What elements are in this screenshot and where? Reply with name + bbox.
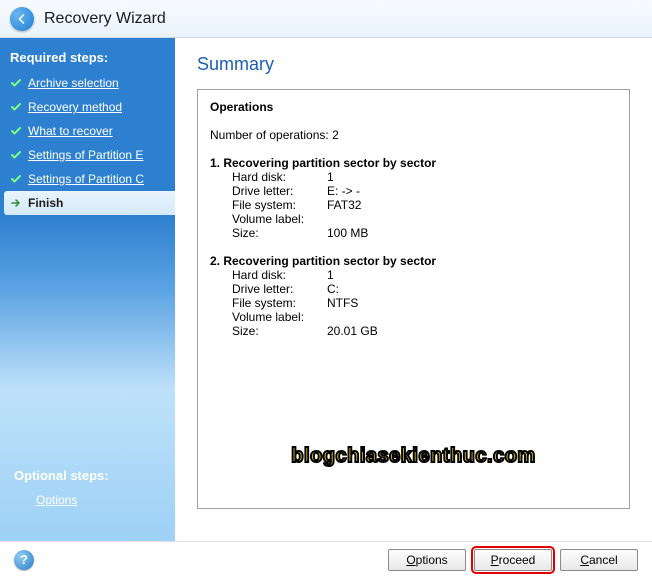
op-row: File system:NTFS xyxy=(210,296,617,310)
operations-header: Operations xyxy=(210,100,617,114)
options-button-label: ptions xyxy=(416,553,448,567)
required-steps-header: Required steps: xyxy=(0,48,175,71)
op-row: Hard disk:1 xyxy=(210,170,617,184)
op-row: Size:100 MB xyxy=(210,226,617,240)
arrow-left-icon xyxy=(16,13,28,25)
step-finish[interactable]: Finish xyxy=(4,191,175,215)
step-archive-selection[interactable]: Archive selection xyxy=(0,71,175,95)
summary-box: Operations Number of operations: 2 1. Re… xyxy=(197,89,630,509)
optional-steps-header: Optional steps: xyxy=(10,466,165,489)
op-value: 1 xyxy=(327,170,334,184)
op-value: C: xyxy=(327,282,339,296)
arrow-right-icon xyxy=(10,197,24,209)
step-label: Recovery method xyxy=(28,100,122,114)
help-icon[interactable]: ? xyxy=(14,550,34,570)
cancel-button-label: ancel xyxy=(589,553,618,567)
checkmark-icon xyxy=(10,77,24,89)
op-value: E: -> - xyxy=(327,184,360,198)
op-row: Size:20.01 GB xyxy=(210,324,617,338)
checkmark-icon xyxy=(10,125,24,137)
op-value: NTFS xyxy=(327,296,358,310)
op-key: Hard disk: xyxy=(232,170,327,184)
op-key: File system: xyxy=(232,198,327,212)
optional-steps: Optional steps: Options xyxy=(0,466,175,511)
options-link[interactable]: Options xyxy=(10,489,165,511)
operations-count: Number of operations: 2 xyxy=(210,128,617,142)
op-row: Volume label: xyxy=(210,212,617,226)
main-panel: Summary Operations Number of operations:… xyxy=(175,38,652,541)
window-title: Recovery Wizard xyxy=(44,10,166,28)
step-settings-partition-e[interactable]: Settings of Partition E xyxy=(0,143,175,167)
step-label: Settings of Partition E xyxy=(28,148,143,162)
page-title: Summary xyxy=(197,54,630,75)
checkmark-icon xyxy=(10,149,24,161)
titlebar: Recovery Wizard xyxy=(0,0,652,38)
op-key: Size: xyxy=(232,226,327,240)
step-what-to-recover[interactable]: What to recover xyxy=(0,119,175,143)
op-key: Volume label: xyxy=(232,310,327,324)
op-value: FAT32 xyxy=(327,198,361,212)
step-settings-partition-c[interactable]: Settings of Partition C xyxy=(0,167,175,191)
op-row: Drive letter:C: xyxy=(210,282,617,296)
proceed-button[interactable]: Proceed xyxy=(474,549,552,571)
op-value: 20.01 GB xyxy=(327,324,378,338)
op-row: File system:FAT32 xyxy=(210,198,617,212)
operation-title: 1. Recovering partition sector by sector xyxy=(210,156,617,170)
op-key: Hard disk: xyxy=(232,268,327,282)
options-button[interactable]: Options xyxy=(388,549,466,571)
op-row: Hard disk:1 xyxy=(210,268,617,282)
step-label: Finish xyxy=(28,196,63,210)
watermark-text: blogchiasekienthuc.com xyxy=(291,445,535,468)
operation-block: 1. Recovering partition sector by sector… xyxy=(210,156,617,240)
op-key: Size: xyxy=(232,324,327,338)
op-row: Drive letter:E: -> - xyxy=(210,184,617,198)
op-key: File system: xyxy=(232,296,327,310)
step-label: Settings of Partition C xyxy=(28,172,144,186)
proceed-button-label: roceed xyxy=(499,553,536,567)
footer: ? Options Proceed Cancel xyxy=(0,541,652,577)
op-row: Volume label: xyxy=(210,310,617,324)
operation-title: 2. Recovering partition sector by sector xyxy=(210,254,617,268)
checkmark-icon xyxy=(10,173,24,185)
sidebar: Required steps: Archive selection Recove… xyxy=(0,38,175,541)
op-key: Drive letter: xyxy=(232,282,327,296)
step-label: What to recover xyxy=(28,124,113,138)
op-key: Volume label: xyxy=(232,212,327,226)
op-key: Drive letter: xyxy=(232,184,327,198)
back-button[interactable] xyxy=(10,7,34,31)
step-recovery-method[interactable]: Recovery method xyxy=(0,95,175,119)
cancel-button[interactable]: Cancel xyxy=(560,549,638,571)
checkmark-icon xyxy=(10,101,24,113)
op-value: 1 xyxy=(327,268,334,282)
op-value: 100 MB xyxy=(327,226,368,240)
operation-block: 2. Recovering partition sector by sector… xyxy=(210,254,617,338)
step-label: Archive selection xyxy=(28,76,119,90)
